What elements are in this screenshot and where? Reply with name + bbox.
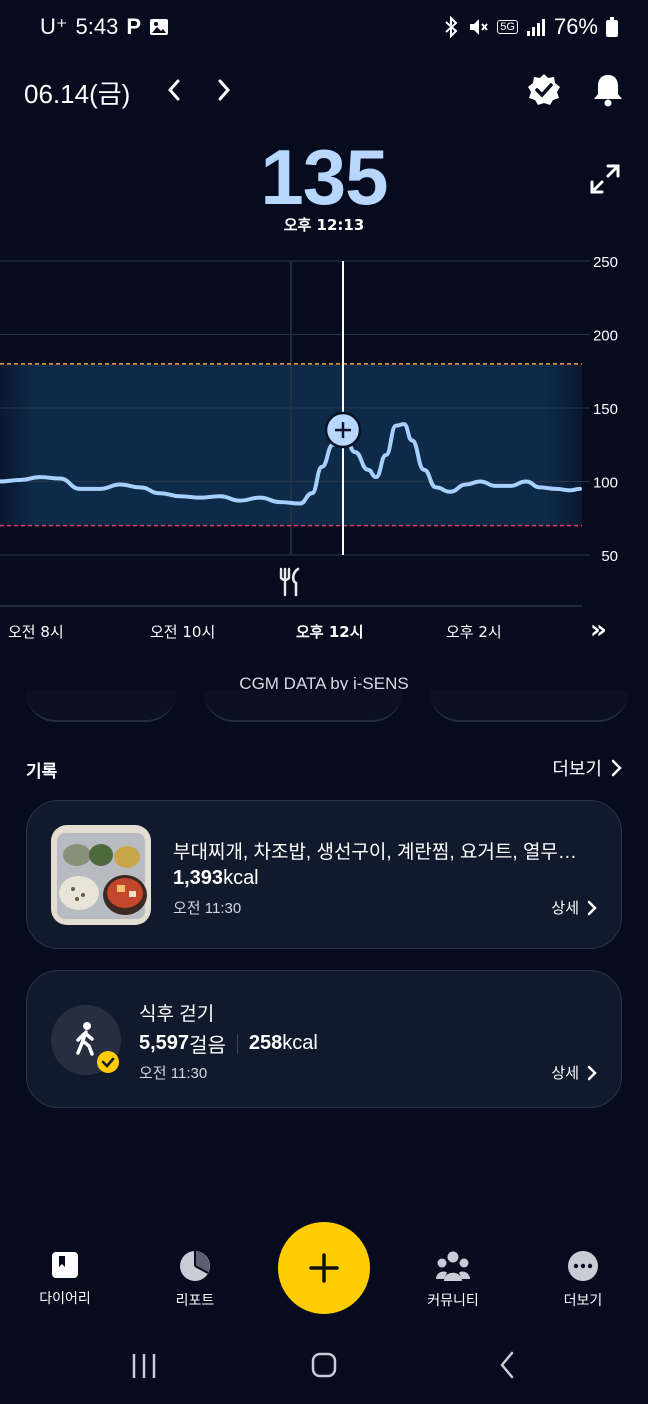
meal-calories-unit: kcal	[223, 867, 259, 889]
x-tick-label: 오전 10시	[150, 623, 216, 641]
chevron-right-icon	[218, 79, 231, 101]
y-tick-label: 100	[593, 475, 618, 492]
battery-level: 76%	[553, 14, 598, 39]
status-left: U⁺ 5:43 P	[40, 14, 169, 40]
walk-steps-unit: 걸음	[189, 1035, 226, 1057]
nav-more-label: 더보기	[563, 1293, 603, 1309]
notification-button[interactable]	[586, 68, 630, 112]
verified-badge-icon	[528, 74, 560, 105]
header: 06.14(금)	[0, 66, 648, 114]
walk-calories-unit: kcal	[282, 1032, 318, 1054]
report-pie-icon	[180, 1251, 210, 1281]
nav-community-label: 커뮤니티	[427, 1293, 479, 1309]
chevron-left-icon	[167, 79, 180, 101]
meal-time: 오전 11:30	[173, 900, 242, 917]
date-label[interactable]: 06.14(금)	[24, 74, 130, 111]
fullscreen-button[interactable]	[588, 162, 628, 202]
signal-icon	[526, 19, 545, 36]
prev-day-button[interactable]	[152, 68, 196, 112]
hidden-summary-tile[interactable]	[26, 690, 176, 722]
chevron-right-icon	[587, 1065, 597, 1080]
walk-stats: 5,597 걸음 258 kcal	[139, 1029, 318, 1058]
recent-apps-icon	[132, 1354, 156, 1378]
parking-app-icon: P	[126, 14, 142, 39]
verified-badge-button[interactable]	[522, 68, 566, 112]
carrier-label: U⁺	[40, 14, 68, 39]
walk-detail-link[interactable]: 상세	[551, 1062, 597, 1083]
mute-icon	[470, 19, 489, 35]
y-tick-label: 200	[593, 328, 618, 345]
diary-icon	[52, 1252, 78, 1278]
bell-icon	[594, 75, 622, 107]
clock: 5:43	[75, 14, 119, 39]
x-tick-label: 오후 12시	[296, 623, 364, 641]
records-title: 기록	[26, 762, 58, 782]
glucose-value: 135	[260, 133, 388, 221]
meal-record-card[interactable]: 부대찌개, 차조밥, 생선구이, 계란찜, 요거트, 열무… 1,393kcal…	[26, 800, 622, 949]
walk-title: 식후 걷기	[139, 1004, 215, 1025]
x-tick-label: 오전 8시	[8, 623, 64, 641]
nav-diary-label: 다이어리	[39, 1291, 91, 1307]
back-icon	[500, 1351, 514, 1379]
hidden-summary-tile[interactable]	[430, 690, 628, 722]
meal-detail-label: 상세	[551, 900, 579, 917]
chart-next-button[interactable]: »	[590, 615, 607, 645]
y-tick-label: 250	[593, 254, 618, 271]
bluetooth-icon	[445, 16, 458, 38]
walk-detail-label: 상세	[551, 1065, 579, 1082]
meal-title: 부대찌개, 차조밥, 생선구이, 계란찜, 요거트, 열무…	[173, 842, 577, 863]
chevron-right-icon	[587, 900, 597, 915]
y-tick-label: 50	[601, 548, 618, 565]
chart-svg: 250 200 150 100 50	[0, 254, 618, 607]
status-bar: U⁺ 5:43 P 5G 76%	[0, 0, 648, 60]
glucose-time: 오후 12:13	[283, 216, 365, 234]
y-tick-label: 150	[593, 401, 618, 418]
hidden-summary-tile[interactable]	[204, 690, 402, 722]
meal-photo	[51, 825, 151, 925]
walk-icon-circle	[51, 1005, 121, 1075]
walk-record-card[interactable]: 식후 걷기 5,597 걸음 258 kcal 오전 11:30 상세	[26, 970, 622, 1108]
expand-icon	[590, 164, 620, 194]
walk-time: 오전 11:30	[139, 1065, 208, 1082]
records-more-link[interactable]: 더보기	[552, 755, 622, 781]
completed-check-icon	[97, 1051, 119, 1073]
add-record-button[interactable]	[278, 1222, 370, 1314]
stat-divider	[236, 1033, 238, 1054]
glucose-chart[interactable]: 250 200 150 100 50 오전 8시 오전 10시 오후 12시 오후 2시…	[0, 245, 648, 665]
gallery-icon	[150, 19, 169, 35]
nav-diary[interactable]: 다이어리	[10, 1250, 120, 1308]
meal-detail-link[interactable]: 상세	[551, 897, 597, 918]
recent-apps-button[interactable]	[126, 1350, 162, 1386]
back-button[interactable]	[490, 1350, 526, 1386]
home-button[interactable]	[306, 1350, 342, 1386]
next-day-button[interactable]	[202, 68, 246, 112]
system-nav-bar	[0, 1330, 648, 1404]
community-icon	[436, 1251, 470, 1281]
chevron-right-icon	[611, 759, 622, 777]
fork-knife-icon[interactable]	[279, 567, 300, 597]
meal-calories-value: 1,393	[173, 867, 224, 889]
battery-icon	[606, 17, 618, 37]
more-dots-icon	[568, 1251, 598, 1281]
x-tick-label: 오후 2시	[446, 623, 502, 641]
meal-calories: 1,393kcal	[173, 867, 259, 890]
status-right: 5G 76%	[443, 14, 618, 40]
records-more-label: 더보기	[552, 759, 602, 779]
walk-calories-value: 258	[248, 1032, 283, 1054]
home-icon	[311, 1352, 337, 1378]
plus-icon	[309, 1253, 339, 1283]
nav-report-label: 리포트	[175, 1293, 215, 1309]
network-type-icon: 5G	[497, 20, 518, 34]
nav-report[interactable]: 리포트	[140, 1250, 250, 1310]
walk-steps-value: 5,597	[139, 1032, 190, 1054]
nav-community[interactable]: 커뮤니티	[398, 1250, 508, 1310]
nav-more[interactable]: 더보기	[528, 1250, 638, 1310]
